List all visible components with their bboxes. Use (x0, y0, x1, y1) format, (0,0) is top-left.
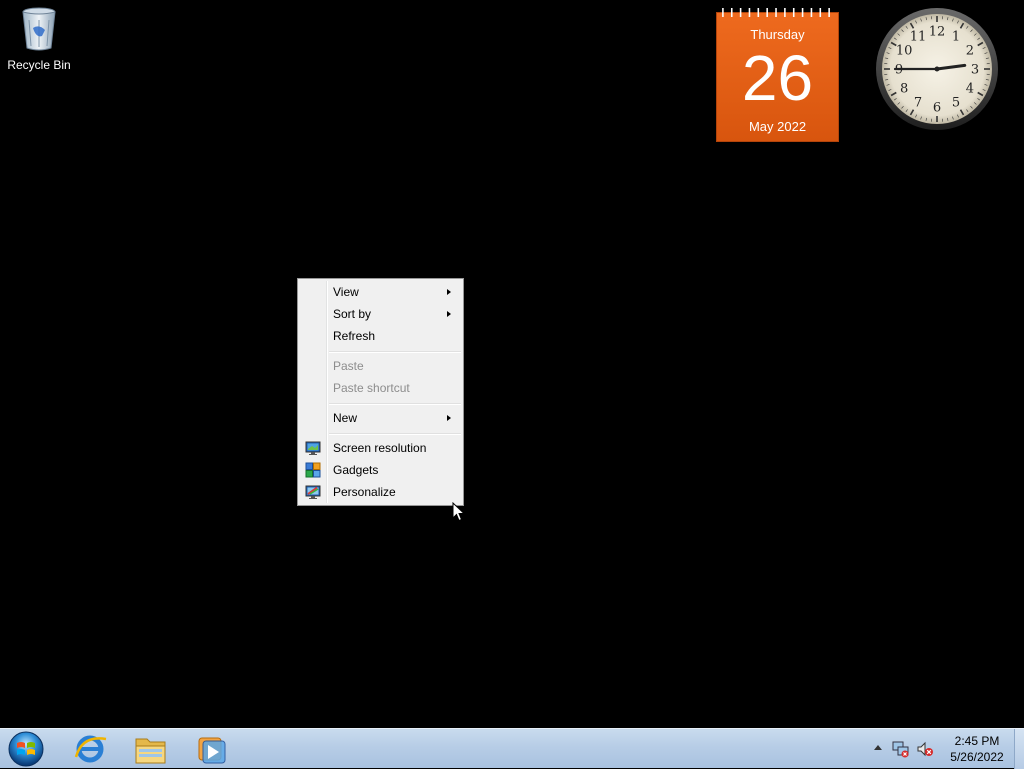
taskbar-time: 2:45 PM (940, 733, 1014, 749)
calendar-gadget[interactable]: Thursday 26 May 2022 (716, 12, 839, 142)
menu-item-label: Paste shortcut (333, 377, 410, 399)
clock-number: 10 (896, 44, 913, 59)
personalize-icon (305, 484, 321, 500)
menu-item-paste-shortcut[interactable]: Paste shortcut (300, 377, 461, 399)
menu-item-new[interactable]: New (300, 407, 461, 429)
menu-separator (329, 433, 461, 435)
network-icon[interactable] (892, 740, 910, 758)
clock-number: 1 (952, 30, 960, 45)
clock-number: 3 (971, 63, 979, 78)
clock-number: 12 (929, 25, 946, 40)
menu-item-label: Paste (333, 355, 364, 377)
menu-item-label: Sort by (333, 303, 371, 325)
menu-item-paste[interactable]: Paste (300, 355, 461, 377)
clock-number: 2 (966, 44, 974, 59)
screen-resolution-icon (305, 440, 321, 456)
clock-number: 5 (952, 95, 960, 110)
menu-item-gadgets[interactable]: Gadgets (300, 459, 461, 481)
menu-item-label: View (333, 281, 359, 303)
submenu-arrow-icon (447, 289, 451, 295)
windows-explorer-icon[interactable] (122, 731, 178, 767)
menu-separator (329, 403, 461, 405)
submenu-arrow-icon (447, 415, 451, 421)
taskbar-clock[interactable]: 2:45 PM 5/26/2022 (940, 733, 1014, 765)
menu-item-personalize[interactable]: Personalize (300, 481, 461, 503)
taskbar-date: 5/26/2022 (940, 749, 1014, 765)
clock-number: 8 (900, 82, 908, 97)
menu-item-refresh[interactable]: Refresh (300, 325, 461, 347)
calendar-month-year: May 2022 (717, 119, 838, 134)
menu-item-label: Personalize (333, 481, 396, 503)
media-player-icon[interactable] (184, 731, 240, 767)
clock-gadget[interactable]: 12 1 2 3 4 5 6 7 8 9 10 11 (874, 6, 1000, 132)
submenu-arrow-icon (447, 311, 451, 317)
clock-number: 11 (910, 30, 927, 45)
system-tray: 2:45 PM 5/26/2022 (864, 729, 1024, 769)
desktop-context-menu: View Sort by Refresh Paste Paste shortcu… (297, 278, 464, 506)
taskbar: 2:45 PM 5/26/2022 (0, 728, 1024, 768)
menu-item-screen-resolution[interactable]: Screen resolution (300, 437, 461, 459)
menu-item-sort-by[interactable]: Sort by (300, 303, 461, 325)
clock-number: 7 (914, 95, 922, 110)
gadgets-icon (305, 462, 321, 478)
calendar-day: 26 (717, 43, 838, 113)
menu-item-label: Refresh (333, 325, 375, 347)
calendar-weekday: Thursday (717, 27, 838, 42)
clock-number: 6 (933, 101, 941, 116)
recycle-bin-shortcut[interactable]: Recycle Bin (4, 6, 74, 76)
volume-muted-icon[interactable] (916, 740, 934, 758)
menu-item-label: Screen resolution (333, 437, 426, 459)
menu-separator (329, 351, 461, 353)
clock-center (935, 67, 940, 72)
menu-item-label: Gadgets (333, 459, 378, 481)
desktop[interactable]: Recycle Bin Thursday 26 May 2022 (0, 0, 1024, 728)
recycle-bin-icon (19, 6, 59, 52)
show-desktop-button[interactable] (1014, 729, 1024, 769)
start-button[interactable] (6, 730, 46, 768)
clock-number: 4 (966, 82, 974, 97)
calendar-rings-icon (717, 5, 838, 19)
show-hidden-icons-arrow-icon[interactable] (874, 745, 882, 750)
recycle-bin-label: Recycle Bin (7, 58, 70, 72)
menu-item-view[interactable]: View (300, 281, 461, 303)
menu-item-label: New (333, 407, 357, 429)
mouse-cursor-icon (452, 502, 466, 522)
internet-explorer-icon[interactable] (62, 731, 118, 767)
